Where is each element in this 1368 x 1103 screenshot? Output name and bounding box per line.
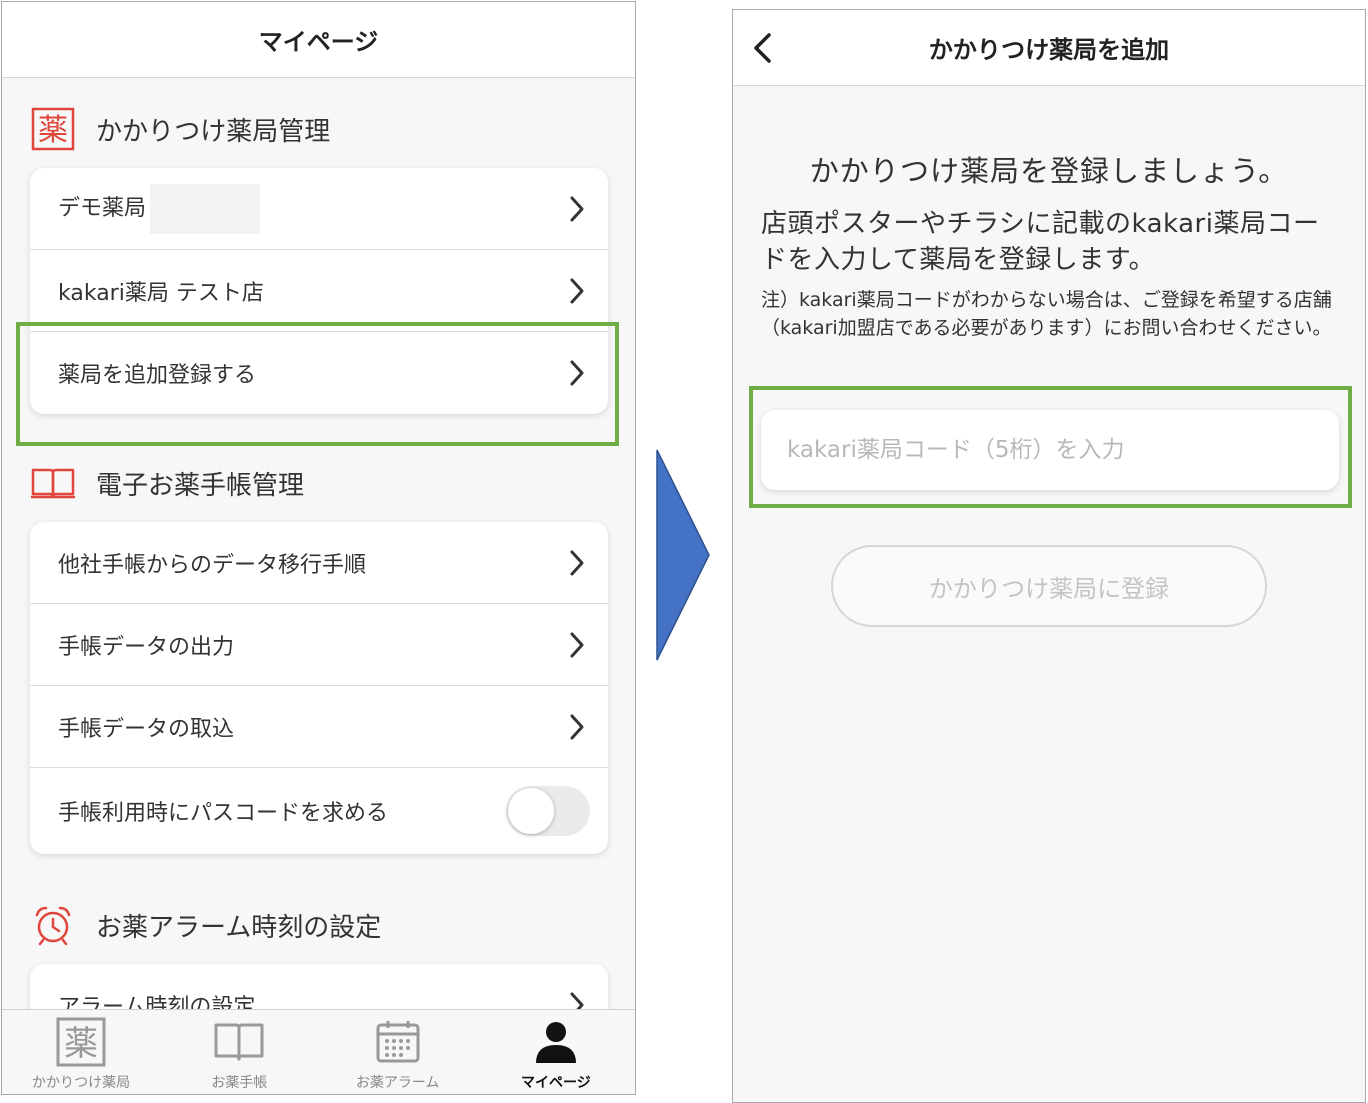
book-tab-icon <box>213 1018 265 1066</box>
data-migration-guide-item[interactable]: 他社手帳からのデータ移行手順 <box>30 522 608 604</box>
page-title: かかりつけ薬局を追加 <box>928 36 1170 64</box>
alarm-clock-icon <box>30 902 76 948</box>
svg-text:薬: 薬 <box>64 1024 98 1064</box>
notebook-section-heading: 電子お薬手帳管理 <box>30 460 304 506</box>
nav-bar: かかりつけ薬局を追加 <box>733 10 1365 86</box>
highlight-box-add-pharmacy <box>16 322 619 446</box>
headline: かかりつけ薬局を登録しましょう。 <box>809 154 1289 188</box>
tab-bar: 薬 かかりつけ薬局 お薬手帳 お薬アラーム マイページ <box>2 1009 635 1094</box>
alarm-section-heading: お薬アラーム時刻の設定 <box>30 902 381 948</box>
export-data-item[interactable]: 手帳データの出力 <box>30 604 608 686</box>
pharmacy-tab-icon: 薬 <box>56 1017 106 1067</box>
tab-pharmacy[interactable]: 薬 かかりつけ薬局 <box>2 1010 160 1094</box>
chevron-right-icon <box>570 714 584 739</box>
transition-arrow <box>656 449 710 661</box>
pharmacy-item-demo[interactable]: デモ薬局 <box>30 168 608 250</box>
passcode-toggle[interactable] <box>506 786 590 836</box>
redacted-box <box>150 183 261 234</box>
back-chevron-icon[interactable] <box>747 32 779 64</box>
pharmacy-icon: 薬 <box>30 106 76 152</box>
description-text: 店頭ポスターやチラシに記載のkakari薬局コードを入力して薬局を登録します。 <box>761 209 1320 275</box>
chevron-right-icon <box>570 196 584 221</box>
notebook-list: 他社手帳からのデータ移行手順 手帳データの出力 手帳データの取込 手帳利用時にパ… <box>30 522 608 854</box>
page-title: マイページ <box>258 28 379 56</box>
tab-mypage[interactable]: マイページ <box>477 1010 635 1094</box>
pharmacy-item-test-store[interactable]: kakari薬局 テスト店 <box>30 250 608 332</box>
chevron-right-icon <box>570 550 584 575</box>
nav-bar: マイページ <box>2 2 635 78</box>
book-icon <box>30 460 76 506</box>
person-icon <box>533 1018 579 1066</box>
register-pharmacy-button[interactable]: かかりつけ薬局に登録 <box>831 545 1267 627</box>
import-data-item[interactable]: 手帳データの取込 <box>30 686 608 768</box>
chevron-right-icon <box>570 278 584 303</box>
chevron-right-icon <box>570 632 584 657</box>
svg-text:薬: 薬 <box>38 113 68 148</box>
highlight-box-code-input <box>749 386 1352 508</box>
pharmacy-section-heading: 薬 かかりつけ薬局管理 <box>30 106 330 152</box>
passcode-setting-item: 手帳利用時にパスコードを求める <box>30 768 608 854</box>
tab-notebook[interactable]: お薬手帳 <box>160 1010 318 1094</box>
calendar-icon <box>375 1018 421 1066</box>
note-text: 注）kakari薬局コードがわからない場合は、ご登録を希望する店舗（kakari… <box>761 289 1332 339</box>
toggle-knob <box>508 788 554 834</box>
add-pharmacy-screen: かかりつけ薬局を追加 かかりつけ薬局を登録しましょう。 店頭ポスターやチラシに記… <box>732 9 1366 1103</box>
my-page-screen: マイページ 薬 かかりつけ薬局管理 デモ薬局 kakari薬局 テスト店 薬局を… <box>1 1 636 1095</box>
tab-alarm[interactable]: お薬アラーム <box>319 1010 477 1094</box>
